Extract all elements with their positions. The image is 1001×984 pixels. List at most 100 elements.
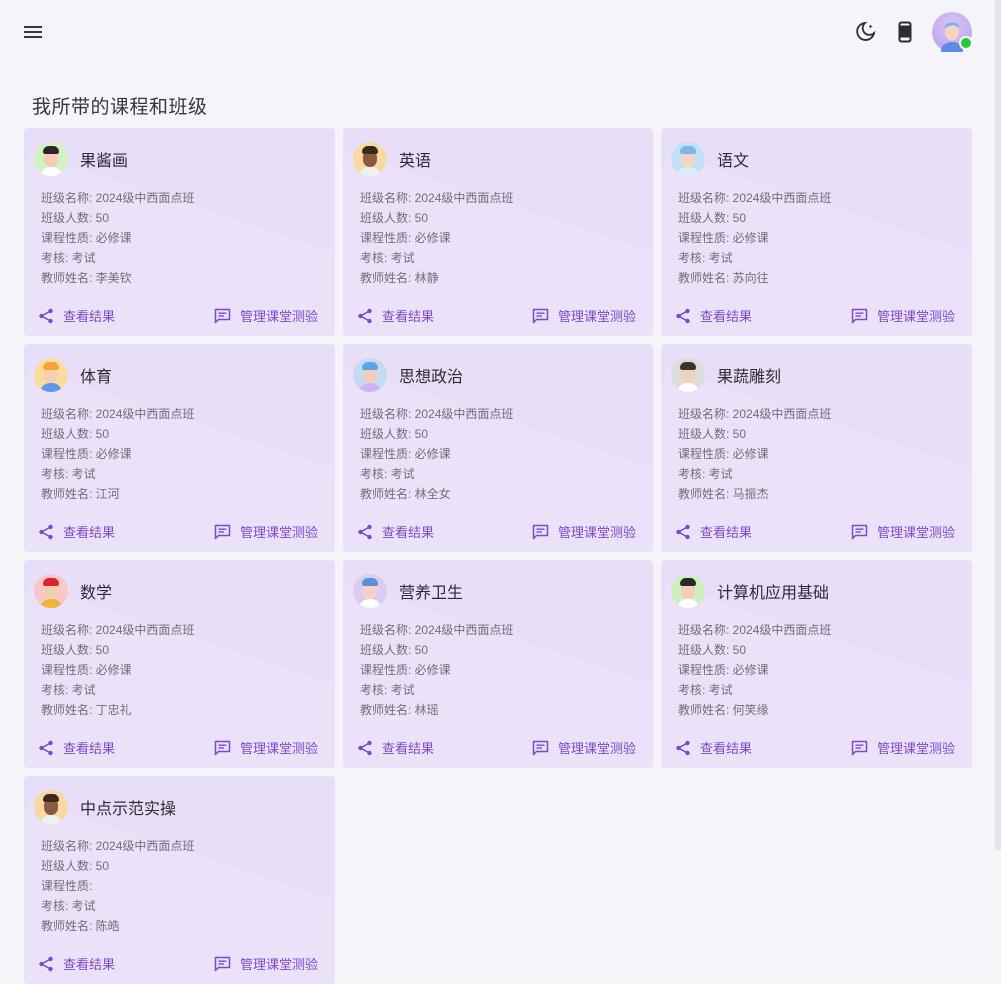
- manage-quiz-button[interactable]: 管理课堂测验: [214, 954, 318, 973]
- course-card-actions: 查看结果 管理课堂测验: [38, 306, 318, 325]
- manage-quiz-label: 管理课堂测验: [239, 525, 318, 540]
- course-type-row: 课程性质: 必修课: [360, 660, 513, 680]
- assessment-value: 考试: [708, 467, 733, 481]
- manage-quiz-button[interactable]: 管理课堂测验: [851, 738, 955, 757]
- view-results-button[interactable]: 查看结果: [38, 954, 115, 973]
- view-results-button[interactable]: 查看结果: [38, 522, 115, 541]
- view-results-button[interactable]: 查看结果: [675, 738, 752, 757]
- course-card-actions: 查看结果 管理课堂测验: [675, 306, 955, 325]
- share-icon: [39, 740, 53, 755]
- manage-quiz-button[interactable]: 管理课堂测验: [532, 306, 636, 325]
- theme-toggle-button[interactable]: [852, 19, 878, 45]
- course-title: 英语: [399, 153, 432, 170]
- teacher-label: 教师姓名:: [360, 703, 415, 717]
- course-info: 班级名称: 2024级中西面点班 班级人数: 50 课程性质: 考核: 考试 教…: [41, 836, 194, 936]
- teacher-value: 林静: [414, 271, 439, 285]
- teacher-row: 教师姓名: 林瑶: [360, 700, 513, 720]
- course-title: 营养卫生: [399, 585, 464, 602]
- assessment-label: 考核:: [678, 467, 709, 481]
- avatar-body: [40, 599, 62, 608]
- course-card-header: 果蔬雕刻: [671, 358, 781, 392]
- teacher-row: 教师姓名: 林静: [360, 268, 513, 288]
- class-name-row: 班级名称: 2024级中西面点班: [678, 404, 831, 424]
- user-avatar[interactable]: [932, 12, 973, 58]
- course-type-row: 课程性质: 必修课: [678, 228, 831, 248]
- avatar-hair: [43, 578, 59, 586]
- class-name-label: 班级名称:: [678, 191, 733, 205]
- teacher-avatar: [34, 358, 68, 392]
- view-results-button[interactable]: 查看结果: [357, 522, 434, 541]
- course-card: 营养卫生 班级名称: 2024级中西面点班 班级人数: 50 课程性质: 必修课…: [343, 560, 653, 768]
- course-type-row: 课程性质: 必修课: [41, 228, 194, 248]
- course-type-label: 课程性质:: [678, 447, 733, 461]
- course-info: 班级名称: 2024级中西面点班 班级人数: 50 课程性质: 必修课 考核: …: [678, 620, 831, 720]
- student-count-value: 50: [95, 427, 110, 441]
- manage-quiz-label: 管理课堂测验: [557, 741, 636, 756]
- manage-quiz-button[interactable]: 管理课堂测验: [851, 306, 955, 325]
- student-count-label: 班级人数:: [41, 211, 96, 225]
- student-count-label: 班级人数:: [360, 211, 415, 225]
- course-card-header: 果酱画: [34, 142, 128, 176]
- teacher-row: 教师姓名: 陈皓: [41, 916, 194, 936]
- course-card: 中点示范实操 班级名称: 2024级中西面点班 班级人数: 50 课程性质: 考…: [24, 776, 335, 984]
- course-type-label: 课程性质:: [360, 663, 415, 677]
- course-card-actions: 查看结果 管理课堂测验: [38, 738, 318, 757]
- share-icon: [358, 740, 372, 755]
- class-name-label: 班级名称:: [41, 839, 96, 853]
- scrollbar[interactable]: [995, 0, 1001, 850]
- student-count-value: 50: [95, 211, 110, 225]
- course-type-value: 必修课: [414, 663, 451, 677]
- manage-quiz-button[interactable]: 管理课堂测验: [532, 738, 636, 757]
- assessment-row: 考核: 考试: [678, 680, 831, 700]
- assessment-value: 考试: [390, 251, 415, 265]
- view-results-button[interactable]: 查看结果: [38, 306, 115, 325]
- course-type-row: 课程性质: 必修课: [678, 660, 831, 680]
- top-app-bar: [0, 0, 1001, 64]
- student-count-label: 班级人数:: [41, 859, 96, 873]
- teacher-value: 林全女: [414, 487, 451, 501]
- student-count-label: 班级人数:: [360, 427, 415, 441]
- manage-quiz-button[interactable]: 管理课堂测验: [214, 522, 318, 541]
- avatar-hair: [362, 578, 378, 586]
- course-card-header: 思想政治: [353, 358, 463, 392]
- student-count-value: 50: [732, 643, 747, 657]
- class-name-value: 2024级中西面点班: [732, 623, 832, 637]
- manage-quiz-button[interactable]: 管理课堂测验: [214, 306, 318, 325]
- teacher-avatar: [34, 574, 68, 608]
- view-results-button[interactable]: 查看结果: [675, 522, 752, 541]
- student-count-row: 班级人数: 50: [360, 208, 513, 228]
- course-type-value: 必修课: [95, 663, 132, 677]
- course-info: 班级名称: 2024级中西面点班 班级人数: 50 课程性质: 必修课 考核: …: [41, 188, 194, 288]
- class-name-value: 2024级中西面点班: [732, 191, 832, 205]
- manage-quiz-button[interactable]: 管理课堂测验: [851, 522, 955, 541]
- view-results-button[interactable]: 查看结果: [38, 738, 115, 757]
- assessment-value: 考试: [71, 251, 96, 265]
- view-results-button[interactable]: 查看结果: [675, 306, 752, 325]
- class-name-label: 班级名称:: [678, 623, 733, 637]
- menu-button[interactable]: [18, 17, 48, 47]
- view-results-label: 查看结果: [63, 741, 116, 756]
- teacher-avatar: [353, 358, 387, 392]
- view-results-button[interactable]: 查看结果: [357, 738, 434, 757]
- manage-quiz-label: 管理课堂测验: [239, 957, 318, 972]
- teacher-label: 教师姓名:: [678, 703, 733, 717]
- view-results-button[interactable]: 查看结果: [357, 306, 434, 325]
- manage-quiz-button[interactable]: 管理课堂测验: [532, 522, 636, 541]
- manage-quiz-button[interactable]: 管理课堂测验: [214, 738, 318, 757]
- chat-box-icon: [851, 740, 868, 755]
- student-count-row: 班级人数: 50: [360, 424, 513, 444]
- teacher-avatar: [34, 142, 68, 176]
- class-name-row: 班级名称: 2024级中西面点班: [360, 620, 513, 640]
- device-button[interactable]: [892, 19, 918, 45]
- teacher-avatar: [353, 142, 387, 176]
- assessment-value: 考试: [390, 683, 415, 697]
- share-icon: [676, 740, 690, 755]
- teacher-avatar: [671, 142, 705, 176]
- manage-quiz-label: 管理课堂测验: [557, 309, 636, 324]
- assessment-label: 考核:: [678, 251, 709, 265]
- assessment-row: 考核: 考试: [41, 896, 194, 916]
- assessment-row: 考核: 考试: [360, 464, 513, 484]
- avatar-body: [677, 599, 699, 608]
- course-card: 语文 班级名称: 2024级中西面点班 班级人数: 50 课程性质: 必修课 考…: [661, 128, 972, 336]
- share-icon: [358, 524, 372, 539]
